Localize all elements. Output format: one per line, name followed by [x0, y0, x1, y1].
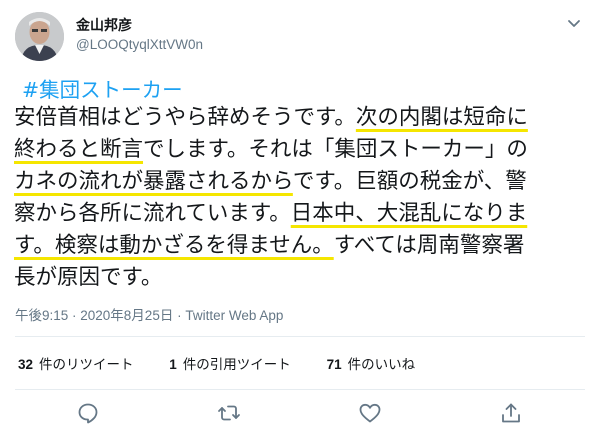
- avatar[interactable]: [15, 12, 64, 61]
- tweet-timestamp[interactable]: 午後9:15 · 2020年8月25日 · Twitter Web App: [15, 304, 283, 324]
- retweets-label: 件のリツイート: [39, 357, 134, 372]
- highlighted-text: 終わると断言: [14, 137, 144, 162]
- heart-icon[interactable]: [358, 401, 382, 425]
- highlighted-text: す。検察は動かざるを得ません。: [14, 233, 334, 258]
- text-segment: すべては周南警察署: [333, 233, 525, 258]
- share-icon[interactable]: [499, 401, 523, 425]
- divider: [15, 389, 585, 390]
- reply-icon[interactable]: [76, 401, 100, 425]
- quotes-count: 1: [169, 357, 177, 372]
- tweet-line: 察から各所に流れています。日本中、大混乱になりま: [14, 198, 527, 230]
- tweet-line: 長が原因です。: [14, 262, 162, 294]
- retweets-stat[interactable]: 32 件のリツイート: [18, 353, 134, 373]
- text-segment: 察から各所に流れています。: [14, 201, 291, 226]
- highlighted-text: 次の内閣は短命に: [355, 105, 528, 130]
- text-segment: 長が原因です。: [14, 265, 163, 290]
- quotes-label: 件の引用ツイート: [182, 357, 291, 372]
- chevron-down-icon[interactable]: [564, 13, 584, 33]
- text-segment: です。巨額の税金が、警: [292, 169, 527, 194]
- text-segment: 安倍首相はどうやら辞めそうです。: [14, 105, 356, 130]
- hashtag-link[interactable]: #集団ストーカー: [22, 76, 183, 104]
- author-handle[interactable]: @LOOQtyqlXttVW0n: [76, 37, 203, 52]
- likes-count: 71: [326, 357, 342, 372]
- author-display-name[interactable]: 金山邦彦: [76, 15, 132, 35]
- highlighted-text: カネの流れが暴露されるから: [14, 169, 293, 194]
- tweet-stats: 32 件のリツイート 1 件の引用ツイート 71 件のいいね: [18, 353, 447, 373]
- tweet-line: カネの流れが暴露されるからです。巨額の税金が、警: [14, 166, 527, 198]
- tweet-actions: [0, 401, 592, 429]
- divider: [15, 336, 585, 337]
- likes-label: 件のいいね: [347, 357, 416, 372]
- quotes-stat[interactable]: 1 件の引用ツイート: [169, 353, 291, 373]
- tweet-line: 安倍首相はどうやら辞めそうです。次の内閣は短命に: [14, 102, 528, 134]
- retweet-icon[interactable]: [217, 401, 241, 425]
- retweets-count: 32: [18, 357, 34, 372]
- highlighted-text: 日本中、大混乱になりま: [290, 201, 528, 226]
- tweet-line: す。検察は動かざるを得ません。すべては周南警察署: [14, 230, 524, 262]
- text-segment: でします。それは「集団ストーカー」の: [143, 137, 528, 162]
- likes-stat[interactable]: 71 件のいいね: [327, 353, 416, 373]
- tweet-line: 終わると断言でします。それは「集団ストーカー」の: [14, 134, 528, 166]
